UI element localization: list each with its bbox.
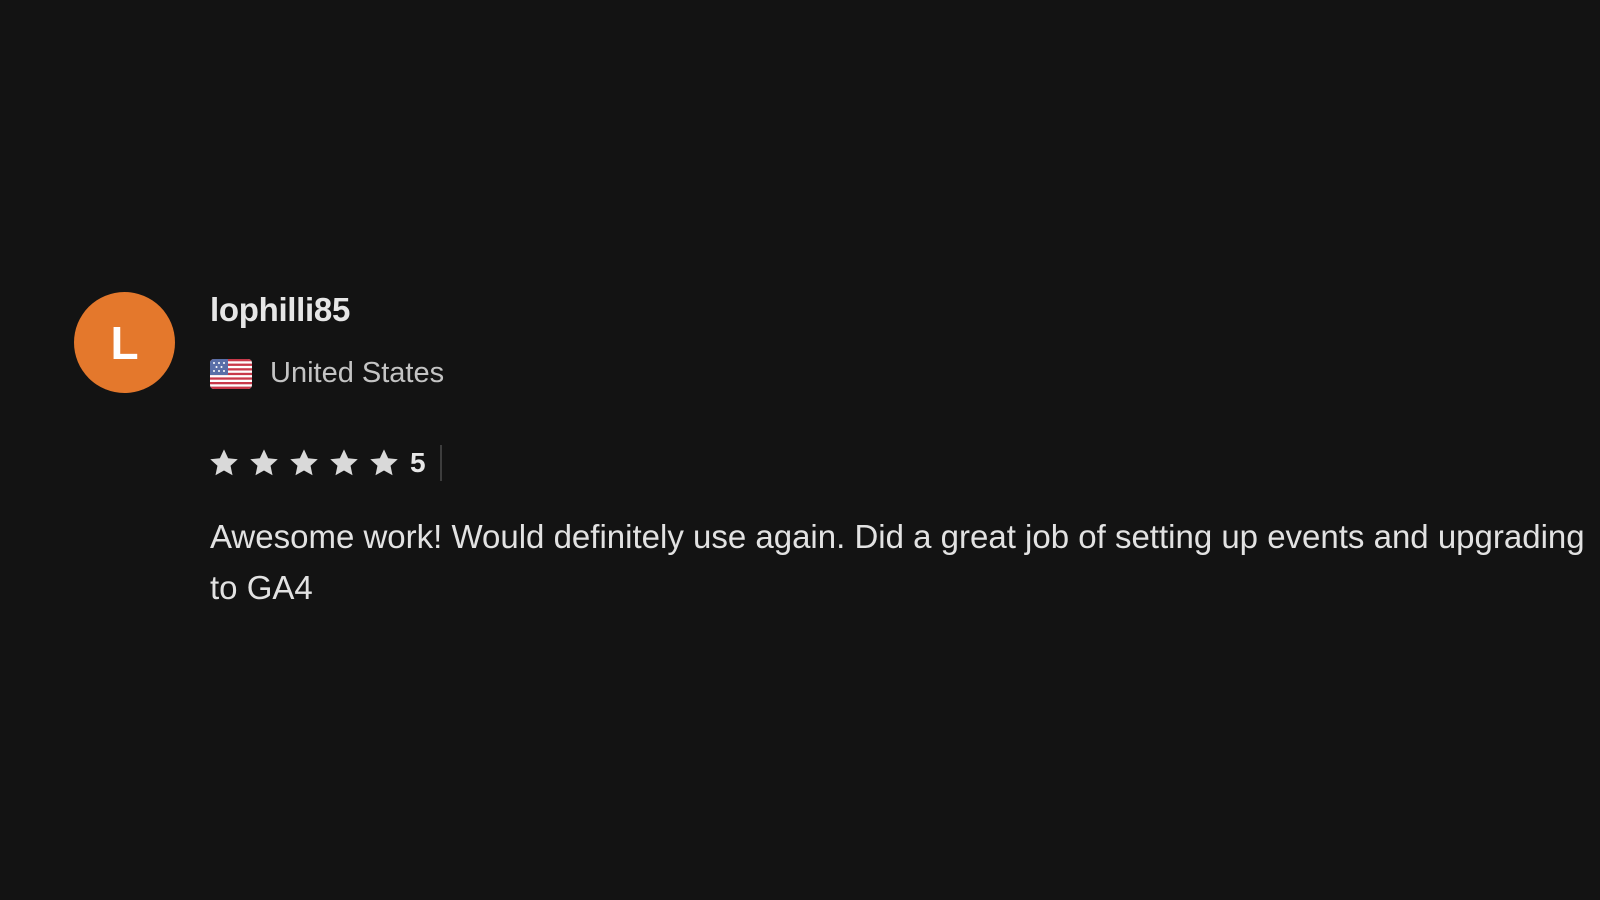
avatar-initial: L <box>110 316 139 369</box>
star-icon <box>330 449 358 476</box>
rating-divider <box>439 445 442 481</box>
rating-row: 5 <box>208 443 442 483</box>
review-card: L lophilli85 United States 5 Awesome wor… <box>0 0 1600 900</box>
rating-value: 5 <box>410 447 426 478</box>
star-icon <box>290 449 318 476</box>
reviewer-username[interactable]: lophilli85 <box>210 291 350 329</box>
review-text: Awesome work! Would definitely use again… <box>210 518 1585 606</box>
star-icon <box>250 449 278 476</box>
avatar[interactable]: L <box>74 292 175 393</box>
us-flag-icon <box>210 358 252 389</box>
star-icon <box>210 449 238 476</box>
star-rating <box>208 447 408 479</box>
reviewer-country: United States <box>270 357 445 389</box>
reviewer-location: United States <box>210 357 444 390</box>
star-icon <box>370 449 398 476</box>
